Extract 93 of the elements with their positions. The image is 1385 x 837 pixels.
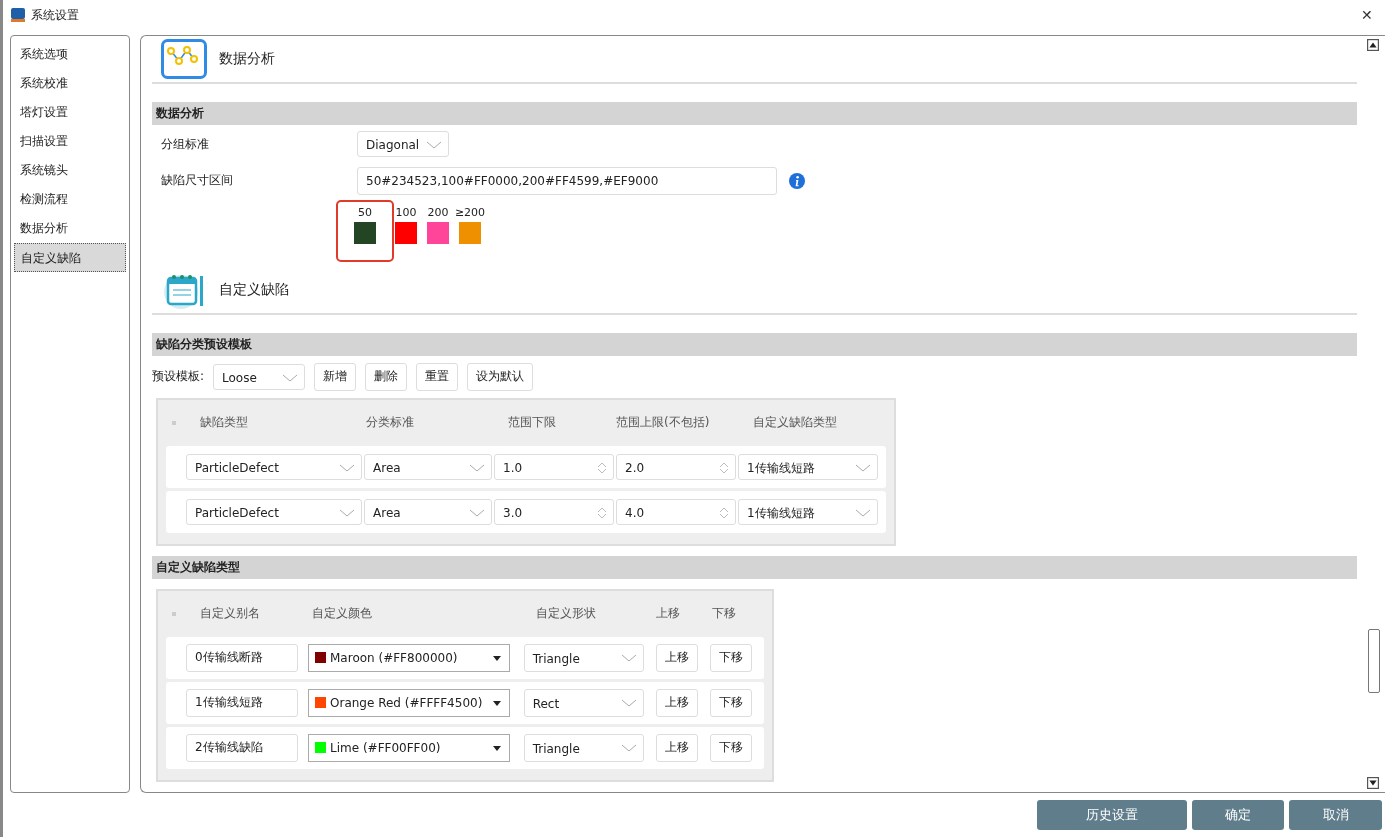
shape-dropdown[interactable]: Triangle bbox=[523, 644, 644, 672]
max-spinbox[interactable]: 4.0 bbox=[616, 499, 736, 525]
field-label: 预设模板: bbox=[152, 368, 205, 386]
column-header: 自定义形状 bbox=[536, 605, 597, 623]
chevron-icon bbox=[339, 464, 355, 472]
scroll-thumb[interactable] bbox=[1368, 629, 1380, 693]
legend-label: 200 bbox=[427, 205, 449, 221]
section-header: 缺陷分类预设模板 bbox=[152, 332, 1357, 356]
move-down-button[interactable]: 下移 bbox=[709, 644, 752, 672]
sidebar-item[interactable]: 系统镜头 bbox=[14, 156, 126, 185]
caret-icon bbox=[492, 656, 501, 661]
color-name: Orange Red (#FFFF4500) bbox=[330, 696, 483, 710]
footer-button[interactable]: 历史设置 bbox=[1037, 800, 1187, 830]
move-down-button[interactable]: 下移 bbox=[709, 734, 752, 762]
window-title: 系统设置 bbox=[31, 6, 79, 24]
chevron-icon bbox=[620, 699, 637, 707]
caret-icon bbox=[492, 701, 501, 706]
info-icon[interactable] bbox=[789, 172, 805, 189]
column-header: 分类标准 bbox=[366, 414, 415, 432]
sidebar-item[interactable]: 系统校准 bbox=[14, 69, 126, 98]
sidebar-item[interactable]: 自定义缺陷 bbox=[14, 243, 126, 272]
custom-type-dropdown[interactable]: 1传输线短路 bbox=[738, 454, 878, 480]
defect-type-dropdown[interactable]: ParticleDefect bbox=[186, 499, 362, 525]
move-up-button[interactable]: 上移 bbox=[655, 644, 698, 672]
legend-label: 100 bbox=[395, 205, 417, 221]
column-header: 范围下限 bbox=[508, 414, 557, 432]
chevron-icon bbox=[469, 509, 485, 517]
spinner-icon bbox=[597, 461, 607, 475]
custom-type-dropdown[interactable]: 1传输线短路 bbox=[738, 499, 878, 525]
column-header: 自定义缺陷类型 bbox=[753, 414, 837, 432]
defect-type-dropdown[interactable]: ParticleDefect bbox=[186, 454, 362, 480]
alias-input[interactable]: 1传输线短路 bbox=[186, 689, 298, 717]
spinner-icon bbox=[719, 461, 729, 475]
column-header: 范围上限(不包括) bbox=[616, 414, 711, 432]
group-dropdown[interactable]: Diagonal bbox=[357, 131, 449, 158]
sidebar-item[interactable]: 检测流程 bbox=[14, 185, 126, 214]
color-dropdown[interactable]: Maroon (#FF800000) bbox=[308, 644, 510, 672]
shape-dropdown[interactable]: Triangle bbox=[523, 734, 644, 762]
legend-label: ≥200 bbox=[454, 205, 486, 221]
footer-button[interactable]: 确定 bbox=[1192, 800, 1284, 830]
alias-input[interactable]: 2传输线缺陷 bbox=[186, 734, 298, 762]
chevron-icon bbox=[855, 509, 871, 517]
section-heading: 自定义缺陷 bbox=[219, 280, 289, 299]
column-header: 缺陷类型 bbox=[200, 414, 249, 432]
color-dropdown[interactable]: Orange Red (#FFFF4500) bbox=[308, 689, 510, 717]
legend-label: 50 bbox=[358, 205, 372, 221]
criterion-dropdown[interactable]: Area bbox=[364, 454, 492, 480]
close-button[interactable]: ✕ bbox=[1357, 7, 1377, 23]
field-label: 缺陷尺寸区间 bbox=[161, 172, 234, 190]
chevron-icon bbox=[855, 464, 871, 472]
criterion-dropdown[interactable]: Area bbox=[364, 499, 492, 525]
color-name: Maroon (#FF800000) bbox=[330, 651, 458, 665]
sidebar-item[interactable]: 数据分析 bbox=[14, 214, 126, 243]
chevron-icon bbox=[282, 373, 299, 382]
column-header: 上移 bbox=[656, 605, 681, 623]
chevron-icon bbox=[469, 464, 485, 472]
range-input[interactable]: 50#234523,100#FF0000,200#FF4599,#EF9000 bbox=[357, 166, 777, 195]
preset-dropdown[interactable]: Loose bbox=[213, 363, 306, 390]
app-logo-icon bbox=[11, 8, 25, 22]
toolbar-button[interactable]: 设为默认 bbox=[467, 362, 534, 391]
sidebar-item[interactable]: 扫描设置 bbox=[14, 127, 126, 156]
sidebar-item[interactable]: 系统选项 bbox=[14, 40, 126, 69]
scroll-down-icon[interactable] bbox=[1367, 777, 1379, 789]
max-spinbox[interactable]: 2.0 bbox=[616, 454, 736, 480]
chevron-icon bbox=[339, 509, 355, 517]
min-spinbox[interactable]: 1.0 bbox=[494, 454, 614, 480]
scroll-up-icon[interactable] bbox=[1367, 39, 1379, 51]
spinner-icon bbox=[597, 506, 607, 520]
column-header: 下移 bbox=[712, 605, 736, 623]
alias-input[interactable]: 0传输线断路 bbox=[186, 644, 298, 672]
chevron-icon bbox=[620, 744, 637, 752]
caret-icon bbox=[492, 746, 501, 751]
min-spinbox[interactable]: 3.0 bbox=[494, 499, 614, 525]
toolbar-button[interactable]: 新增 bbox=[314, 362, 357, 391]
move-down-button[interactable]: 下移 bbox=[709, 689, 752, 717]
column-header: 自定义别名 bbox=[200, 605, 261, 623]
section-heading: 数据分析 bbox=[219, 50, 275, 68]
toolbar-button[interactable]: 删除 bbox=[365, 362, 408, 391]
section-header: 自定义缺陷类型 bbox=[152, 556, 1357, 579]
color-dropdown[interactable]: Lime (#FF00FF00) bbox=[308, 734, 510, 762]
field-label: 分组标准 bbox=[161, 135, 210, 153]
section-header: 数据分析 bbox=[152, 102, 1357, 125]
spinner-icon bbox=[719, 506, 729, 520]
toolbar-button[interactable]: 重置 bbox=[416, 362, 459, 391]
footer-button[interactable]: 取消 bbox=[1289, 800, 1382, 830]
chevron-icon bbox=[620, 654, 637, 662]
sidebar-item[interactable]: 塔灯设置 bbox=[14, 98, 126, 127]
chevron-icon bbox=[426, 141, 442, 150]
column-header: 自定义颜色 bbox=[312, 605, 373, 623]
move-up-button[interactable]: 上移 bbox=[655, 734, 698, 762]
shape-dropdown[interactable]: Rect bbox=[523, 689, 644, 717]
color-name: Lime (#FF00FF00) bbox=[330, 741, 441, 755]
move-up-button[interactable]: 上移 bbox=[655, 689, 698, 717]
